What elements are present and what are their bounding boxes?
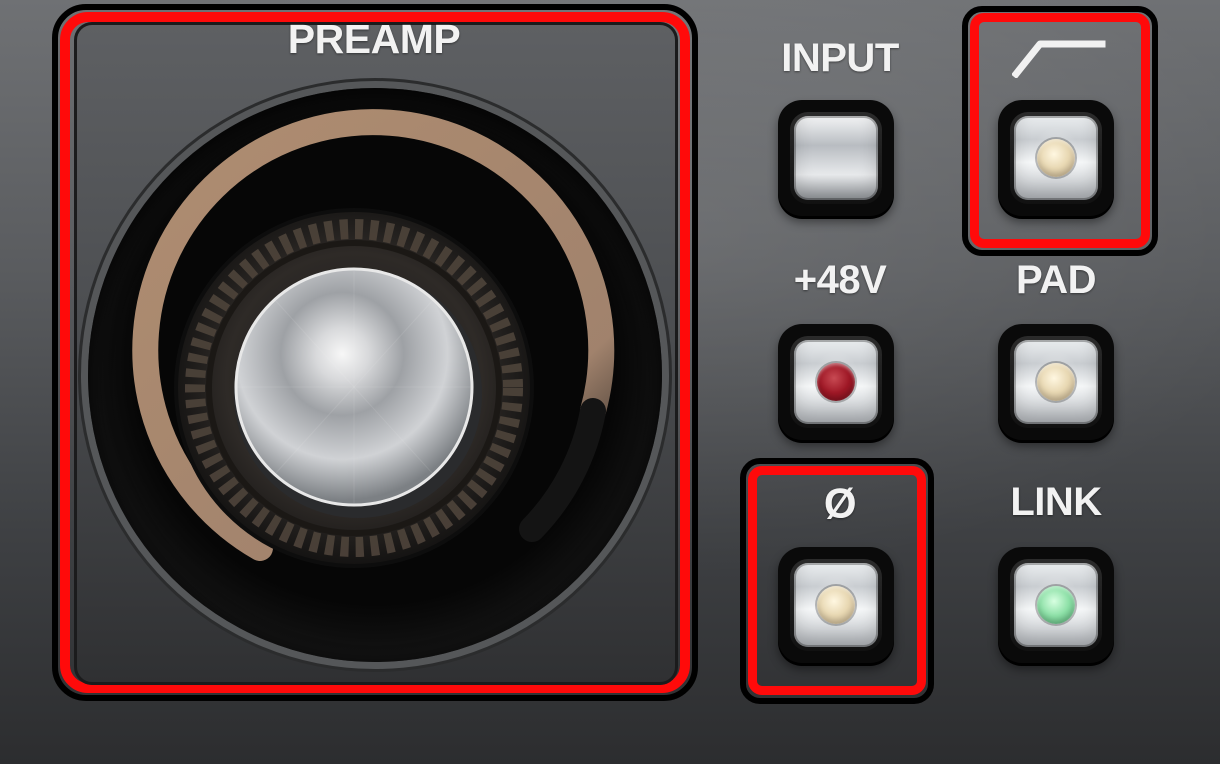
interface-panel: PREAMP INPUT +48V PAD Ø LINK [0, 0, 1220, 764]
high-pass-icon [1012, 40, 1106, 78]
pad-button[interactable] [998, 324, 1114, 440]
link-led [1037, 586, 1075, 624]
phantom-led [817, 363, 855, 401]
input-button-face [794, 116, 878, 200]
phase-label: Ø [823, 480, 857, 527]
high-pass-led [1037, 139, 1075, 177]
pad-label: PAD [1016, 258, 1096, 302]
phase-button[interactable] [778, 547, 894, 663]
link-button[interactable] [998, 547, 1114, 663]
input-button[interactable] [778, 100, 894, 216]
preamp-knob[interactable] [88, 88, 662, 662]
phantom-button-face [794, 340, 878, 424]
link-label: LINK [1010, 480, 1102, 524]
high-pass-button[interactable] [998, 100, 1114, 216]
pad-led [1037, 363, 1075, 401]
pad-button-face [1014, 340, 1098, 424]
phase-button-face [794, 563, 878, 647]
link-button-face [1014, 563, 1098, 647]
preamp-label: PREAMP [287, 16, 461, 62]
high-pass-button-face [1014, 116, 1098, 200]
phase-led [817, 586, 855, 624]
gain-arc-shadow [519, 398, 606, 542]
input-label: INPUT [781, 36, 899, 80]
phantom-button[interactable] [778, 324, 894, 440]
phantom-label: +48V [793, 258, 887, 302]
